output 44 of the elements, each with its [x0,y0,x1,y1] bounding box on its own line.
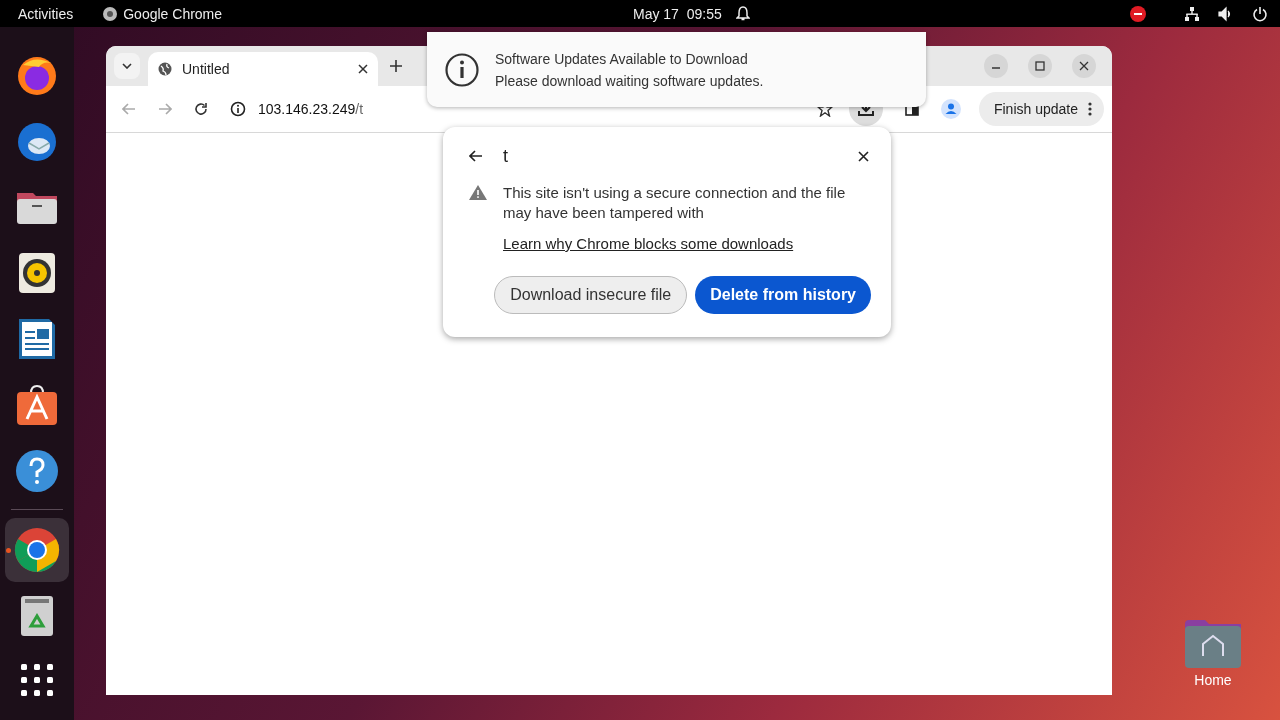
learn-more-link[interactable]: Learn why Chrome blocks some downloads [503,235,794,252]
close-button[interactable] [1072,54,1096,78]
back-arrow-icon[interactable] [469,150,483,162]
globe-icon [158,62,172,76]
tab-search-button[interactable] [114,53,140,79]
notification-title: Software Updates Available to Download [495,50,749,67]
info-icon[interactable] [230,101,246,117]
download-anyway-button[interactable]: Download insecure file [494,276,688,314]
notification-toast[interactable]: Software Updates Available to Download Please download waiting software updates. [427,32,926,107]
clock[interactable]: May 17 09:55 [633,5,722,22]
bell-icon[interactable] [735,5,750,22]
close-tab-icon[interactable] [358,64,368,74]
dock-launcher[interactable] [5,518,69,582]
more-icon[interactable] [1088,102,1092,116]
do-not-disturb-icon[interactable] [1130,5,1146,22]
close-icon [1079,61,1089,71]
file-name: t [503,145,508,167]
profile-icon[interactable] [940,99,961,119]
tab-title: Untitled [182,61,231,77]
power-icon[interactable] [1252,5,1268,22]
caret-icon [122,63,132,69]
info-icon [445,52,479,87]
warning-message: This site isn't using a secure connection and the file may have been tampered with [503,183,847,223]
show-apps-icon[interactable] [21,664,53,696]
shopping-bag-icon [15,383,59,427]
running-indicator [6,548,11,553]
home-label: Home [1194,672,1232,688]
close-icon[interactable] [858,150,869,162]
help-icon [15,449,59,493]
home-folder-icon[interactable] [1185,620,1241,668]
finish-update-button[interactable]: Finish update [978,92,1104,126]
maximize-button[interactable] [1028,54,1052,78]
minimize-button[interactable] [984,54,1008,78]
url-text: 103.146.23.249/t [258,101,364,117]
activities-button[interactable]: Activities [18,5,74,22]
reload-icon[interactable] [194,102,208,116]
maximize-icon [1035,61,1045,71]
notification-body: Please download waiting software updates. [495,72,764,89]
new-tab-icon[interactable] [390,60,402,72]
delete-button[interactable]: Delete from history [695,276,871,314]
app-menu[interactable]: Google Chrome [123,5,223,22]
warning-icon [469,185,487,200]
browser-tab[interactable]: Untitled [148,52,378,86]
network-icon[interactable] [1184,5,1200,22]
